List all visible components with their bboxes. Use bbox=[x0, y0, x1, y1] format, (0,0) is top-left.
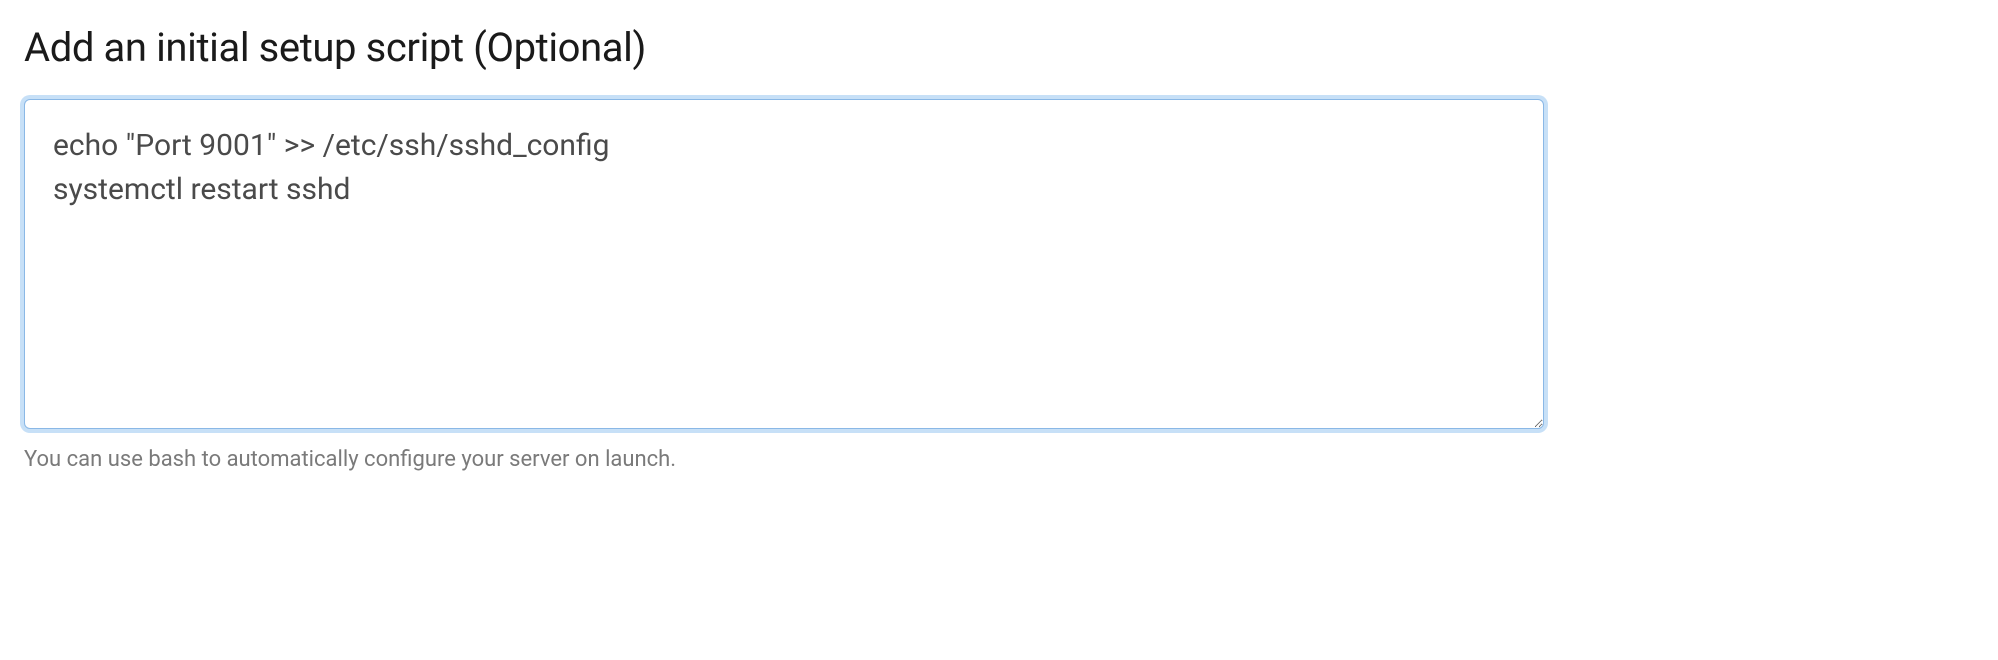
section-heading: Add an initial setup script (Optional) bbox=[24, 24, 1974, 71]
helper-text: You can use bash to automatically config… bbox=[24, 447, 1974, 472]
setup-script-textarea[interactable] bbox=[24, 99, 1544, 429]
